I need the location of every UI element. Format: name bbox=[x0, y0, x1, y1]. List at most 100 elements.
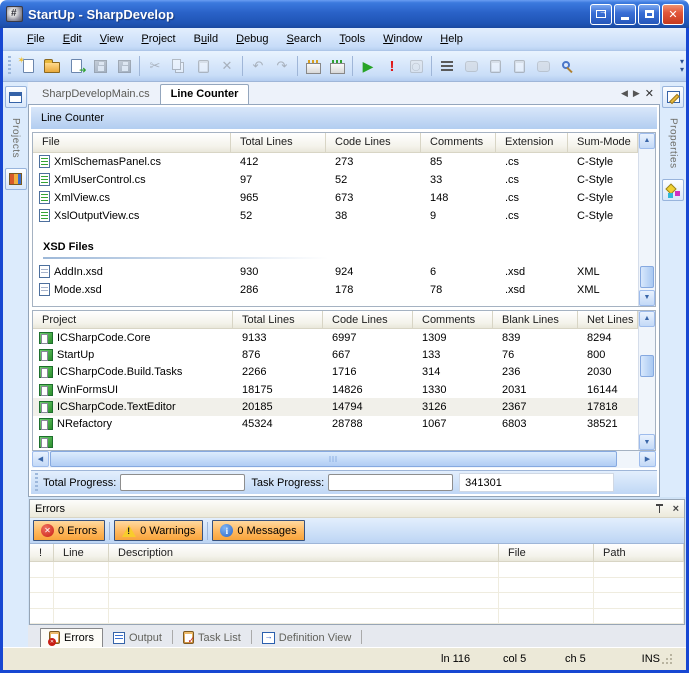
column-header-code-lines[interactable]: Code Lines bbox=[326, 133, 421, 153]
run-button[interactable]: ▶ bbox=[356, 54, 380, 78]
save-all-button[interactable] bbox=[112, 54, 136, 78]
messages-filter-button[interactable]: i0 Messages bbox=[212, 520, 304, 541]
menu-debug[interactable]: Debug bbox=[228, 30, 276, 48]
tab-close-button[interactable]: ✕ bbox=[645, 87, 654, 100]
column-header-line[interactable]: Line bbox=[54, 544, 109, 562]
tab-scroll-right-button[interactable]: ▶ bbox=[633, 88, 640, 99]
table-row[interactable]: NRefactory 45324 28788 1067 6803 38521 bbox=[33, 416, 638, 433]
export-prev-button[interactable] bbox=[483, 54, 507, 78]
table-row[interactable]: AddIn.xsd 930 924 6 .xsd XML bbox=[33, 263, 638, 281]
minimize-button[interactable] bbox=[614, 4, 636, 25]
properties-pad-button[interactable] bbox=[662, 86, 684, 108]
cut-button[interactable]: ✂ bbox=[143, 54, 167, 78]
line-list-button[interactable] bbox=[435, 54, 459, 78]
column-header-file[interactable]: File bbox=[499, 544, 594, 562]
scroll-right-icon[interactable]: ▶ bbox=[639, 451, 656, 467]
column-header-severity[interactable]: ! bbox=[30, 544, 54, 562]
maximize-button[interactable] bbox=[638, 4, 660, 25]
table-row-partial[interactable] bbox=[33, 433, 638, 450]
resize-grip[interactable] bbox=[662, 654, 672, 664]
file-table-scrollbar[interactable]: ▲ ▼ bbox=[638, 133, 655, 306]
toolbar-overflow-button[interactable]: ▾▾ bbox=[680, 58, 684, 74]
scroll-left-icon[interactable]: ◀ bbox=[32, 451, 49, 467]
scroll-down-icon[interactable]: ▼ bbox=[639, 434, 655, 450]
column-header-project[interactable]: Project bbox=[33, 311, 233, 329]
column-header-file[interactable]: File bbox=[33, 133, 231, 153]
warnings-filter-button[interactable]: 0 Warnings bbox=[114, 520, 203, 541]
table-row[interactable]: XmlUserControl.cs 97 52 33 .cs C-Style bbox=[33, 171, 638, 189]
open-button[interactable] bbox=[40, 54, 64, 78]
abort-button[interactable]: ! bbox=[380, 54, 404, 78]
menu-help[interactable]: Help bbox=[432, 30, 471, 48]
menu-file[interactable]: File bbox=[19, 30, 53, 48]
stop-button[interactable]: ◯ bbox=[404, 54, 428, 78]
tab-task-list[interactable]: Task List bbox=[175, 629, 249, 647]
scrollbar-thumb[interactable] bbox=[50, 451, 617, 467]
tab-errors[interactable]: Errors bbox=[40, 628, 103, 647]
classes-pad-button[interactable] bbox=[5, 168, 27, 190]
scrollbar-thumb[interactable] bbox=[640, 266, 654, 288]
column-header-path[interactable]: Path bbox=[594, 544, 684, 562]
undo-button[interactable]: ↶ bbox=[246, 54, 270, 78]
paste-button[interactable] bbox=[191, 54, 215, 78]
column-header-blank-lines[interactable]: Blank Lines bbox=[493, 311, 578, 329]
table-row[interactable]: WinFormsUI 18175 14826 1330 2031 16144 bbox=[33, 381, 638, 398]
menu-edit[interactable]: Edit bbox=[55, 30, 90, 48]
delete-button[interactable]: ✕ bbox=[215, 54, 239, 78]
tab-line-counter[interactable]: Line Counter bbox=[160, 84, 250, 104]
menu-project[interactable]: Project bbox=[133, 30, 183, 48]
tab-output[interactable]: Output bbox=[105, 630, 170, 647]
search-disabled-button[interactable] bbox=[531, 54, 555, 78]
menu-build[interactable]: Build bbox=[186, 30, 226, 48]
menu-search[interactable]: Search bbox=[279, 30, 330, 48]
pin-icon[interactable] bbox=[655, 503, 664, 514]
column-header-description[interactable]: Description bbox=[109, 544, 499, 562]
menu-view[interactable]: View bbox=[92, 30, 132, 48]
toolbar-gripper[interactable] bbox=[7, 56, 12, 76]
tab-scroll-left-button[interactable]: ◀ bbox=[621, 88, 628, 99]
save-button[interactable] bbox=[88, 54, 112, 78]
table-row[interactable]: ICSharpCode.Core 9133 6997 1309 839 8294 bbox=[33, 329, 638, 346]
table-row[interactable]: ICSharpCode.Build.Tasks 2266 1716 314 23… bbox=[33, 364, 638, 381]
column-header-net-lines[interactable]: Net Lines bbox=[578, 311, 638, 329]
table-row[interactable]: XmlView.cs 965 673 148 .cs C-Style bbox=[33, 189, 638, 207]
errors-filter-button[interactable]: ✕0 Errors bbox=[33, 520, 105, 541]
column-header-code-lines[interactable]: Code Lines bbox=[323, 311, 413, 329]
sidebar-right-label[interactable]: Properties bbox=[668, 118, 679, 169]
find-button[interactable] bbox=[555, 54, 579, 78]
undock-button[interactable] bbox=[590, 4, 612, 25]
table-row[interactable]: Mode.xsd 286 178 78 .xsd XML bbox=[33, 281, 638, 299]
scroll-up-icon[interactable]: ▲ bbox=[639, 311, 655, 327]
export-next-button[interactable] bbox=[507, 54, 531, 78]
column-header-comments[interactable]: Comments bbox=[421, 133, 496, 153]
table-row[interactable]: XslOutputView.cs 52 38 9 .cs C-Style bbox=[33, 207, 638, 225]
toolbox-pad-button[interactable] bbox=[662, 179, 684, 201]
errors-close-button[interactable]: × bbox=[673, 503, 679, 515]
region-button[interactable] bbox=[459, 54, 483, 78]
build-button[interactable] bbox=[301, 54, 325, 78]
horizontal-scrollbar[interactable]: ◀ ▶ bbox=[32, 451, 656, 468]
project-table-scrollbar[interactable]: ▲ ▼ bbox=[638, 311, 655, 450]
reload-button[interactable]: ➜ bbox=[64, 54, 88, 78]
projects-pad-button[interactable] bbox=[5, 86, 27, 108]
column-header-total-lines[interactable]: Total Lines bbox=[231, 133, 326, 153]
new-file-button[interactable]: ✶ bbox=[16, 54, 40, 78]
scroll-up-icon[interactable]: ▲ bbox=[639, 133, 655, 149]
scroll-down-icon[interactable]: ▼ bbox=[639, 290, 655, 306]
table-row[interactable]: XmlSchemasPanel.cs 412 273 85 .cs C-Styl… bbox=[33, 153, 638, 171]
scrollbar-thumb[interactable] bbox=[640, 355, 654, 377]
redo-button[interactable]: ↷ bbox=[270, 54, 294, 78]
copy-button[interactable] bbox=[167, 54, 191, 78]
table-row[interactable]: StartUp 876 667 133 76 800 bbox=[33, 346, 638, 363]
sidebar-left-label[interactable]: Projects bbox=[10, 118, 21, 158]
close-button[interactable]: ✕ bbox=[662, 4, 684, 25]
column-header-comments[interactable]: Comments bbox=[413, 311, 493, 329]
tab-sharpdevelopmain[interactable]: SharpDevelopMain.cs bbox=[32, 85, 160, 104]
tab-definition-view[interactable]: Definition View bbox=[254, 630, 360, 647]
build-all-button[interactable] bbox=[325, 54, 349, 78]
progress-gripper[interactable] bbox=[34, 473, 39, 493]
menu-tools[interactable]: Tools bbox=[331, 30, 373, 48]
column-header-sum-mode[interactable]: Sum-Mode bbox=[568, 133, 638, 153]
table-row[interactable]: ICSharpCode.TextEditor 20185 14794 3126 … bbox=[33, 398, 638, 415]
menu-window[interactable]: Window bbox=[375, 30, 430, 48]
